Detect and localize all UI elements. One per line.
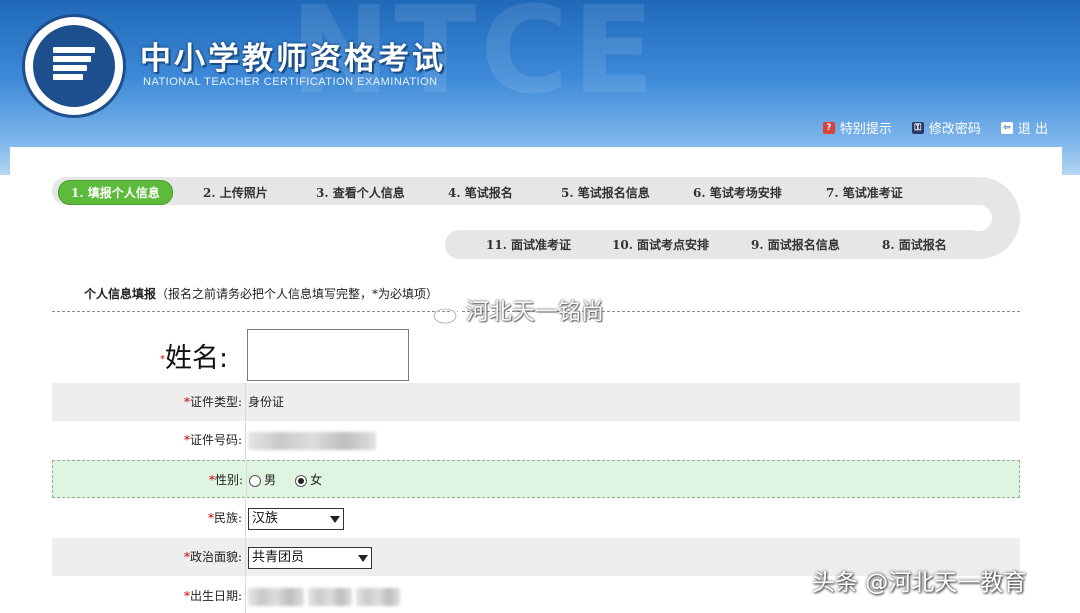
blurred-birth-year[interactable] [248, 587, 304, 606]
logout-link[interactable]: ⇦ 退 出 [1000, 118, 1048, 137]
logout-label: 退 出 [1017, 122, 1048, 137]
gender-female-label: 女 [310, 473, 323, 487]
key-icon: ⚿ [911, 121, 924, 134]
birth-date-value-redacted [248, 577, 400, 613]
id-number-label: *证件号码: [52, 421, 242, 459]
toutiao-watermark: 头条 @河北天一教育 [812, 570, 1027, 596]
gender-male-radio[interactable] [249, 474, 261, 487]
step-3-view-info[interactable]: 3. 查看个人信息 [316, 184, 405, 201]
step-8-interview-apply[interactable]: 8. 面试报名 [882, 236, 947, 253]
step-10-interview-site[interactable]: 10. 面试考点安排 [612, 236, 709, 253]
chevron-down-icon [330, 515, 340, 523]
row-separator [245, 538, 246, 576]
political-status-value: 共青团员 [248, 538, 372, 576]
blurred-birth-day[interactable] [355, 587, 400, 606]
change-password-link[interactable]: ⚿ 修改密码 [911, 118, 981, 137]
step-5-written-info[interactable]: 5. 笔试报名信息 [561, 184, 650, 201]
ethnicity-label-text: 民族: [213, 511, 242, 525]
ethnicity-label: *民族: [52, 499, 242, 537]
step-4-written-apply[interactable]: 4. 笔试报名 [448, 184, 513, 201]
id-type-row: *证件类型: 身份证 [52, 383, 1020, 421]
id-type-label: *证件类型: [52, 383, 242, 421]
section-title: 个人信息填报 [84, 287, 157, 301]
chevron-down-icon [358, 554, 368, 562]
step-11-interview-ticket[interactable]: 11. 面试准考证 [486, 236, 571, 253]
id-number-value-redacted [248, 421, 376, 459]
row-separator [245, 383, 246, 421]
step-2-upload-photo[interactable]: 2. 上传照片 [203, 184, 268, 201]
ethnicity-select[interactable]: 汉族 [248, 507, 344, 530]
section-note: （报名之前请务必把个人信息填写完整，*为必填项） [156, 287, 439, 301]
row-separator [246, 461, 247, 497]
step-7-written-ticket[interactable]: 7. 笔试准考证 [826, 184, 903, 201]
gender-female-radio[interactable] [295, 474, 308, 487]
question-icon: ? [822, 121, 835, 134]
site-title: 中小学教师资格考试 [140, 41, 446, 77]
ntce-logo [22, 14, 126, 118]
id-type-label-text: 证件类型: [189, 395, 242, 409]
ethnicity-selected-value: 汉族 [252, 510, 279, 526]
birth-date-label-text: 出生日期: [189, 589, 242, 603]
step-9-interview-info[interactable]: 9. 面试报名信息 [751, 236, 840, 253]
political-status-select[interactable]: 共青团员 [248, 546, 372, 569]
birth-date-label: *出生日期: [52, 577, 242, 613]
row-separator [245, 499, 246, 537]
name-label-text: 姓名: [165, 343, 229, 374]
ethnicity-row: *民族: 汉族 [52, 499, 1020, 537]
gender-options: 男 女 [249, 461, 322, 499]
special-notice-label: 特别提示 [839, 122, 892, 137]
gender-label: *性别: [53, 461, 243, 499]
row-separator [245, 577, 246, 613]
blurred-birth-month[interactable] [307, 587, 352, 606]
site-subtitle: NATIONAL TEACHER CERTIFICATION EXAMINATI… [143, 76, 438, 88]
gender-label-text: 性别: [214, 473, 243, 487]
step-6-written-room[interactable]: 6. 笔试考场安排 [693, 184, 782, 201]
change-password-label: 修改密码 [928, 122, 981, 137]
political-status-label-text: 政治面貌: [189, 550, 242, 564]
name-label: *姓名: [160, 336, 228, 375]
blurred-id-number [248, 431, 376, 450]
exit-icon: ⇦ [1000, 121, 1013, 134]
id-number-label-text: 证件号码: [189, 433, 242, 447]
book-icon [53, 47, 95, 85]
section-heading: 个人信息填报（报名之前请务必把个人信息填写完整，*为必填项） [84, 285, 438, 302]
political-status-selected-value: 共青团员 [252, 549, 305, 565]
gender-male-label: 男 [264, 473, 277, 487]
row-separator [245, 421, 246, 459]
weibo-icon [433, 303, 460, 324]
weibo-watermark: 河北天一铭尚 [432, 292, 604, 326]
weibo-watermark-text: 河北天一铭尚 [466, 299, 604, 325]
political-status-label: *政治面貌: [52, 538, 242, 576]
gender-row: *性别: 男 女 [52, 460, 1020, 498]
step-1-fill-info[interactable]: 1. 填报个人信息 [58, 180, 173, 205]
top-links: ? 特别提示 ⚿ 修改密码 ⇦ 退 出 [822, 118, 1048, 137]
name-input[interactable] [247, 329, 409, 381]
id-type-value: 身份证 [248, 395, 285, 409]
id-number-row: *证件号码: [52, 421, 1020, 459]
logo-emblem [33, 25, 115, 107]
ethnicity-value: 汉族 [248, 499, 344, 537]
special-notice-link[interactable]: ? 特别提示 [822, 118, 892, 137]
